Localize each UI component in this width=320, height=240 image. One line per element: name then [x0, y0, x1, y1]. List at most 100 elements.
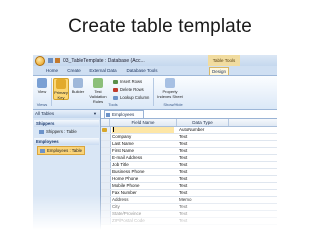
field-name-cell[interactable]: Home Phone	[112, 176, 174, 182]
data-type-cell[interactable]: Text	[179, 169, 223, 175]
group-label-show-hide: Show/Hide	[163, 102, 183, 107]
lookup-icon	[113, 95, 118, 100]
table-row[interactable]: E-mail Address Text	[101, 155, 277, 162]
row-selector[interactable]	[101, 162, 111, 168]
table-row[interactable]: Fax Number Text	[101, 190, 277, 197]
nav-group-employees[interactable]: Employees	[34, 138, 99, 145]
tab-create[interactable]: Create	[64, 67, 84, 75]
undo-icon[interactable]	[55, 58, 60, 63]
field-name-cell[interactable]: State/Province	[112, 211, 174, 217]
group-label-views: Views	[36, 102, 48, 107]
data-type-cell[interactable]: Text	[179, 204, 223, 210]
window-title: 03_TableTemplate : Database (Acc...	[63, 58, 145, 64]
ribbon-tabs: Home Create External Data Database Tools…	[33, 66, 277, 76]
table-row[interactable]: State/Province Text	[101, 211, 277, 218]
tab-external-data[interactable]: External Data	[85, 67, 121, 75]
row-selector[interactable]	[101, 197, 111, 203]
table-row[interactable]: Company Text	[101, 134, 277, 141]
table-row[interactable]: AutoNumber	[101, 127, 277, 134]
tab-database-tools[interactable]: Database Tools	[123, 67, 161, 75]
office-button[interactable]	[35, 56, 45, 66]
view-icon	[37, 78, 47, 88]
row-selector[interactable]	[101, 204, 111, 210]
nav-group-shippers[interactable]: Shippers	[34, 120, 99, 127]
data-type-cell[interactable]: Text	[179, 162, 223, 168]
row-selector[interactable]	[101, 134, 111, 140]
field-name-cell[interactable]: Address	[112, 197, 174, 203]
data-type-cell[interactable]: Text	[179, 141, 223, 147]
row-selector[interactable]	[101, 176, 111, 182]
field-name-header: Field Name	[110, 119, 177, 126]
row-selector[interactable]	[101, 127, 111, 133]
grid-header: Field Name Data Type	[101, 119, 277, 127]
row-selector[interactable]	[101, 190, 111, 196]
table-row[interactable]: Address Memo	[101, 197, 277, 204]
save-icon[interactable]	[48, 58, 53, 63]
data-type-cell[interactable]: Text	[179, 183, 223, 189]
row-selector[interactable]	[101, 183, 111, 189]
table-tools-context: Table Tools	[208, 55, 240, 66]
chevron-down-icon[interactable]: ▼	[93, 110, 97, 118]
field-name-cell[interactable]: Job Title	[112, 162, 174, 168]
property-sheet-icon	[165, 78, 175, 88]
key-icon	[56, 79, 66, 89]
field-name-cell[interactable]	[112, 127, 174, 133]
data-type-cell[interactable]: AutoNumber	[179, 127, 223, 133]
field-name-cell[interactable]: First Name	[112, 148, 174, 154]
table-row[interactable]: First Name Text	[101, 148, 277, 155]
nav-item-shippers-table[interactable]: Shippers : Table	[39, 128, 77, 135]
field-name-cell[interactable]: Company	[112, 134, 174, 140]
builder-button[interactable]: Builder	[71, 78, 85, 94]
row-selector[interactable]	[101, 169, 111, 175]
field-name-cell[interactable]: Business Phone	[112, 169, 174, 175]
table-row[interactable]: Business Phone Text	[101, 169, 277, 176]
table-icon	[106, 113, 110, 117]
field-name-cell[interactable]: City	[112, 204, 174, 210]
view-button[interactable]: View	[35, 78, 49, 94]
table-row[interactable]: Last Name Text	[101, 141, 277, 148]
tab-home[interactable]: Home	[41, 67, 63, 75]
row-selector[interactable]	[101, 148, 111, 154]
row-selector[interactable]	[101, 155, 111, 161]
row-selector[interactable]	[101, 141, 111, 147]
field-name-cell[interactable]: E-mail Address	[112, 155, 174, 161]
data-type-cell[interactable]: Text	[179, 211, 223, 217]
data-type-cell[interactable]: Text	[179, 134, 223, 140]
lookup-column-button[interactable]: Lookup Column	[113, 95, 149, 100]
ribbon: View Primary Key Builder Test Validation…	[33, 76, 277, 110]
access-screenshot: 03_TableTemplate : Database (Acc... Tabl…	[33, 55, 277, 230]
document-tab-employees[interactable]: Employees	[104, 110, 144, 118]
row-selector[interactable]	[101, 211, 111, 217]
test-validation-button[interactable]: Test Validation Rules	[87, 78, 109, 104]
field-name-cell[interactable]: Last Name	[112, 141, 174, 147]
data-type-cell[interactable]: Memo	[179, 197, 223, 203]
field-name-cell[interactable]: Mobile Phone	[112, 183, 174, 189]
insert-rows-button[interactable]: Insert Rows	[113, 79, 142, 84]
primary-key-icon	[102, 128, 107, 132]
field-name-cell[interactable]: ZIP/Postal Code	[112, 218, 174, 224]
delete-rows-button[interactable]: Delete Rows	[113, 87, 144, 92]
table-icon	[40, 148, 45, 153]
data-type-cell[interactable]: Text	[179, 190, 223, 196]
tab-design[interactable]: Design	[209, 67, 229, 75]
table-row[interactable]: Mobile Phone Text	[101, 183, 277, 190]
primary-key-button[interactable]: Primary Key	[53, 78, 69, 100]
field-name-cell[interactable]: Fax Number	[112, 190, 174, 196]
data-type-cell[interactable]: Text	[179, 155, 223, 161]
table-row[interactable]: ZIP/Postal Code Text	[101, 218, 277, 225]
table-row[interactable]: Home Phone Text	[101, 176, 277, 183]
row-selector[interactable]	[101, 218, 111, 224]
data-type-header: Data Type	[177, 119, 229, 126]
data-type-cell[interactable]: Text	[179, 176, 223, 182]
nav-item-employees-table[interactable]: Employees : Table	[37, 146, 86, 155]
nav-header[interactable]: All Tables ▼	[33, 110, 100, 118]
title-bar: 03_TableTemplate : Database (Acc... Tabl…	[33, 55, 277, 66]
property-sheet-button[interactable]: Property Indexes Sheet	[157, 78, 183, 99]
table-row[interactable]: Job Title Text	[101, 162, 277, 169]
row-selector-header	[101, 119, 110, 126]
text-cursor	[113, 127, 114, 133]
table-row[interactable]: City Text	[101, 204, 277, 211]
data-type-cell[interactable]: Text	[179, 148, 223, 154]
data-type-cell[interactable]: Text	[179, 218, 223, 224]
insert-rows-icon	[113, 79, 118, 84]
